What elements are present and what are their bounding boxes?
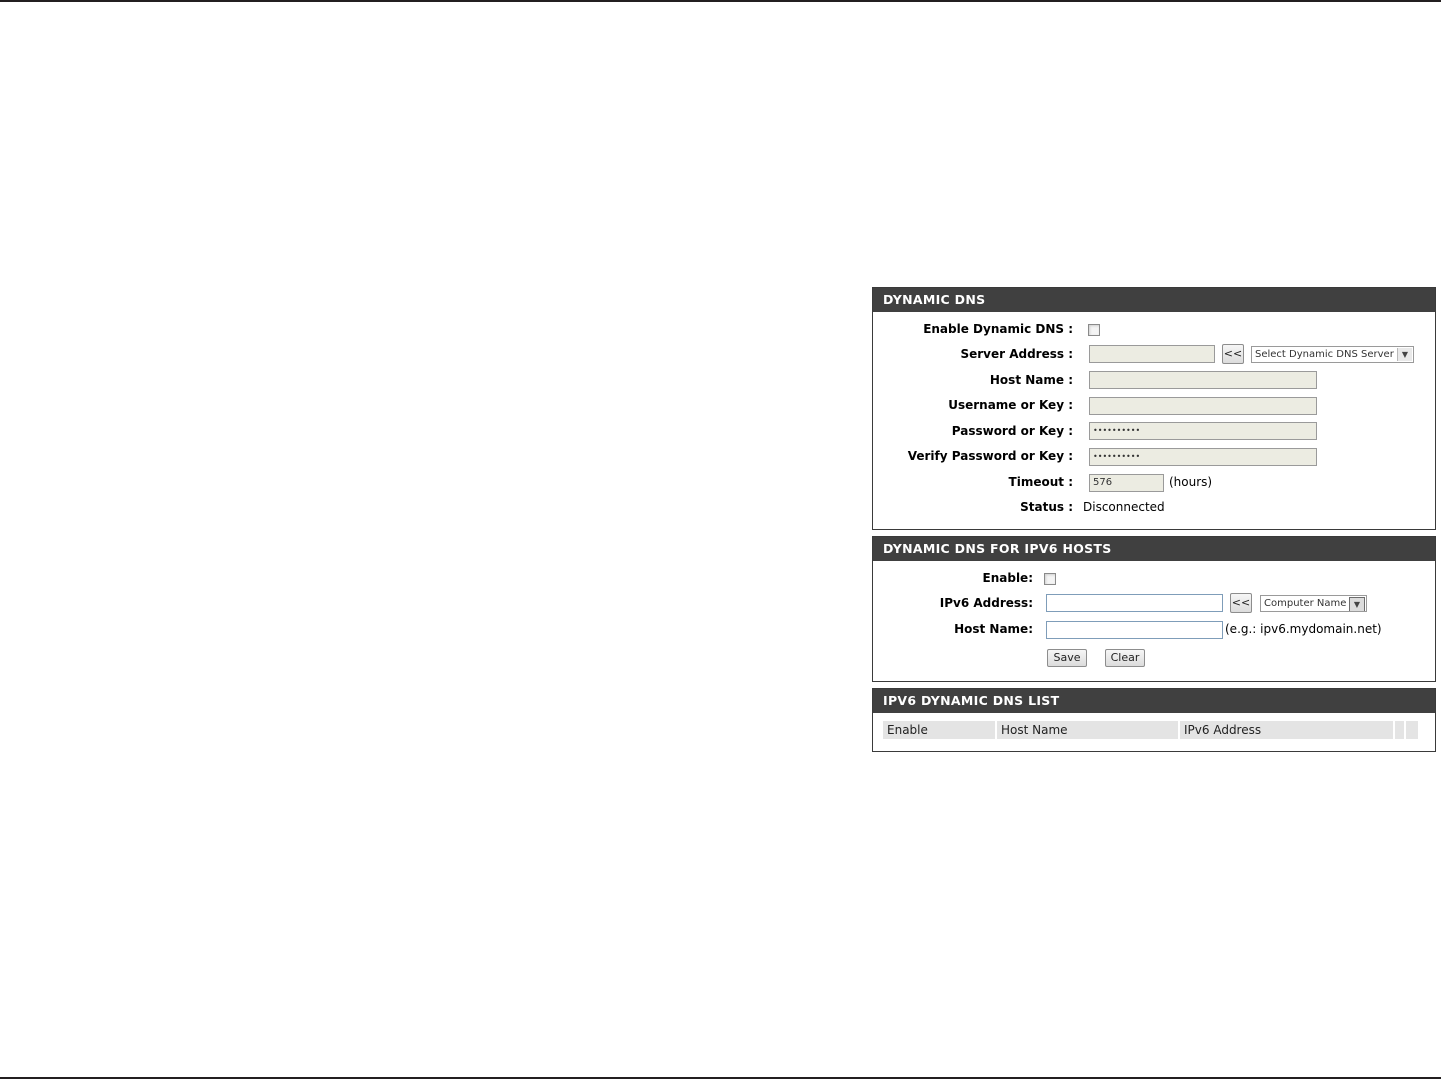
column-header-enable: Enable [883, 721, 995, 739]
ipv6-dns-list-header: IPV6 DYNAMIC DNS LIST [873, 689, 1435, 713]
ipv6-host-name-hint: (e.g.: ipv6.mydomain.net) [1225, 622, 1382, 636]
server-address-input[interactable] [1089, 345, 1215, 363]
clear-button[interactable]: Clear [1105, 649, 1145, 667]
verify-password-input[interactable]: •••••••••• [1089, 448, 1317, 466]
server-address-label: Server Address : [960, 347, 1073, 361]
timeout-unit: (hours) [1169, 475, 1213, 489]
timeout-input[interactable]: 576 [1089, 474, 1164, 492]
ipv6-hosts-panel: DYNAMIC DNS FOR IPV6 HOSTS Enable: IPv6 … [872, 536, 1436, 682]
ipv6-address-input[interactable] [1046, 594, 1223, 612]
password-label: Password or Key : [951, 424, 1073, 438]
computer-name-select[interactable]: Computer Name ▼ [1260, 595, 1367, 612]
ipv6-hosts-header: DYNAMIC DNS FOR IPV6 HOSTS [873, 537, 1435, 561]
ipv6-dns-list-panel: IPV6 DYNAMIC DNS LIST Enable Host Name I… [872, 688, 1436, 752]
chevron-down-icon: ▼ [1397, 348, 1412, 361]
enable-dynamic-dns-label: Enable Dynamic DNS : [923, 322, 1073, 336]
top-rule [0, 0, 1441, 2]
dynamic-dns-panel: DYNAMIC DNS Enable Dynamic DNS : Server … [872, 287, 1436, 530]
username-input[interactable] [1089, 397, 1317, 415]
timeout-label: Timeout : [1008, 475, 1073, 489]
column-header-spacer-2 [1406, 721, 1418, 739]
ipv6-host-name-label: Host Name: [954, 622, 1033, 636]
chevron-down-icon: ▼ [1349, 597, 1365, 611]
host-name-input[interactable] [1089, 371, 1317, 389]
enable-dynamic-dns-checkbox[interactable] [1088, 324, 1100, 336]
verify-password-label: Verify Password or Key : [907, 449, 1073, 463]
password-input[interactable]: •••••••••• [1089, 422, 1317, 440]
column-header-spacer-1 [1395, 721, 1404, 739]
ipv6-address-select-button[interactable]: << [1230, 593, 1252, 613]
column-header-ipv6-address: IPv6 Address [1180, 721, 1393, 739]
ipv6-host-name-input[interactable] [1046, 621, 1223, 639]
ipv6-enable-label: Enable: [982, 571, 1033, 585]
status-label: Status : [1020, 500, 1073, 514]
ipv6-address-label: IPv6 Address: [939, 596, 1033, 610]
dynamic-dns-header: DYNAMIC DNS [873, 288, 1435, 312]
ipv6-enable-checkbox[interactable] [1044, 573, 1056, 585]
bottom-rule [0, 1077, 1441, 1079]
server-address-select-button[interactable]: << [1222, 344, 1244, 364]
host-name-label: Host Name : [989, 373, 1073, 387]
save-button[interactable]: Save [1047, 649, 1087, 667]
status-value: Disconnected [1083, 500, 1165, 514]
dynamic-dns-server-select-value: Select Dynamic DNS Server [1255, 349, 1394, 360]
column-header-host-name: Host Name [997, 721, 1178, 739]
username-label: Username or Key : [948, 398, 1073, 412]
dynamic-dns-server-select[interactable]: Select Dynamic DNS Server ▼ [1251, 346, 1414, 363]
computer-name-select-value: Computer Name [1264, 598, 1347, 609]
